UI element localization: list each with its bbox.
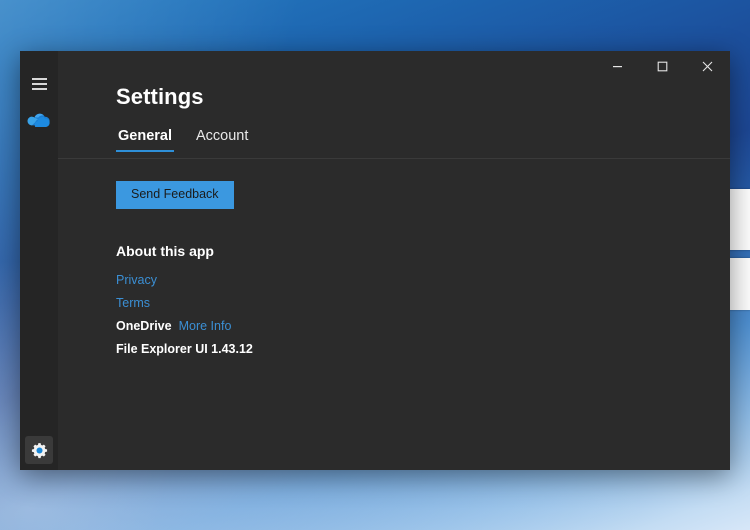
about-row-terms: Terms [116,296,730,311]
product-name-label: OneDrive [116,318,172,333]
tab-general[interactable]: General [116,128,174,152]
about-list: Privacy Terms OneDrive More Info File Exp… [116,273,730,357]
onedrive-cloud-icon[interactable] [25,109,53,133]
more-info-link[interactable]: More Info [179,319,232,333]
close-icon [702,61,713,71]
general-settings-panel: Send Feedback About this app Privacy Ter… [58,159,730,470]
about-row-version: File Explorer UI 1.43.12 [116,342,730,357]
page-title: Settings [116,84,204,109]
about-section-heading: About this app [116,242,214,259]
settings-gear-icon[interactable] [25,436,53,464]
onedrive-cloud-glyph [27,113,50,128]
send-feedback-button[interactable]: Send Feedback [116,181,234,209]
version-label: File Explorer UI 1.43.12 [116,341,253,356]
minimize-icon [613,65,622,67]
maximize-button[interactable] [640,51,685,81]
left-navigation-rail [20,51,58,470]
minimize-button[interactable] [595,51,640,81]
about-row-privacy: Privacy [116,273,730,288]
terms-link[interactable]: Terms [116,296,150,310]
settings-gear-glyph [31,442,47,458]
maximize-icon [657,61,668,71]
title-bar [58,51,730,83]
page-header: Settings [58,83,730,108]
about-row-product: OneDrive More Info [116,319,730,334]
close-button[interactable] [685,51,730,81]
hamburger-menu-icon[interactable] [26,73,52,95]
hamburger-bar-1 [31,78,47,80]
hamburger-bar-3 [31,88,47,90]
tab-account[interactable]: Account [194,128,250,152]
settings-window: Settings General Account Send Feedback A… [20,51,730,470]
hamburger-bar-2 [31,83,47,85]
tab-strip: General Account [58,128,730,152]
window-content: Settings General Account Send Feedback A… [58,51,730,470]
privacy-link[interactable]: Privacy [116,273,157,287]
